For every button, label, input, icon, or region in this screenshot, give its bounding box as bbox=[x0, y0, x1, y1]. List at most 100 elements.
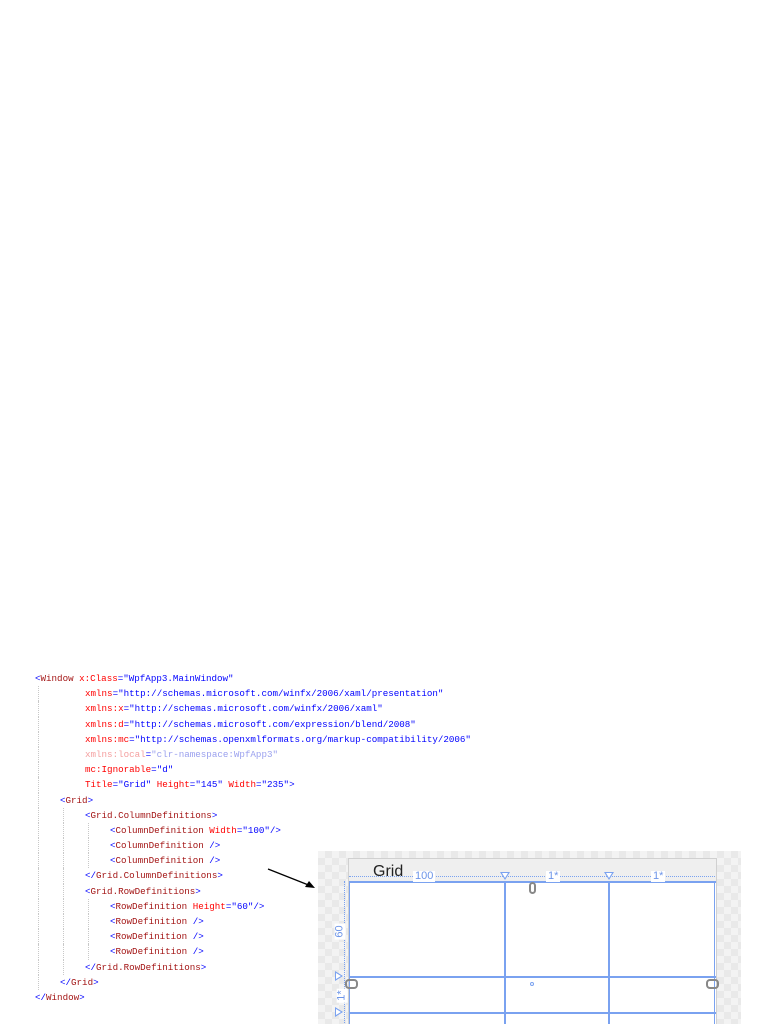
code-line: mc:Ignorable="d" bbox=[35, 762, 471, 778]
indent-guide bbox=[38, 974, 39, 990]
code-token: > bbox=[87, 794, 94, 806]
column-size-label-2[interactable]: 1* bbox=[546, 871, 561, 882]
indent-guide bbox=[38, 716, 39, 732]
code-token: "145" bbox=[195, 779, 223, 791]
row-splitter-1[interactable] bbox=[349, 976, 716, 978]
row-splitter-2[interactable] bbox=[349, 1012, 716, 1014]
indent-guide bbox=[63, 822, 64, 839]
grid-border-left bbox=[349, 881, 350, 1024]
code-token: </ bbox=[35, 991, 47, 1003]
indent-guide bbox=[38, 959, 39, 975]
lock-icon[interactable] bbox=[529, 882, 536, 894]
column-size-label-3[interactable]: 1* bbox=[651, 871, 666, 882]
column-size-label-1[interactable]: 100 bbox=[413, 871, 436, 882]
code-token: > bbox=[79, 991, 85, 1003]
indent-guide bbox=[38, 792, 39, 808]
code-line: xmlns="http://schemas.microsoft.com/winf… bbox=[35, 686, 471, 702]
indent-guide bbox=[63, 853, 64, 869]
row-size-label-2[interactable]: 1* bbox=[336, 988, 348, 1003]
code-token: </ bbox=[85, 870, 97, 882]
row-handle-icon[interactable] bbox=[335, 1007, 343, 1017]
indent-guide bbox=[88, 898, 89, 914]
indent-guide bbox=[38, 762, 39, 778]
code-line: xmlns:local="clr-namespace:WpfApp3" bbox=[35, 746, 471, 763]
code-token: Title bbox=[85, 779, 113, 791]
code-token: /> bbox=[209, 855, 221, 867]
row-size-label-1[interactable]: 60 bbox=[334, 923, 346, 940]
code-token: ColumnDefinition bbox=[115, 824, 204, 836]
indent-guide bbox=[88, 822, 89, 839]
code-token: > bbox=[93, 976, 99, 988]
code-token: Height bbox=[156, 779, 190, 791]
indent-guide bbox=[63, 838, 64, 854]
indent-guide bbox=[38, 853, 39, 869]
code-token: Grid.RowDefinitions bbox=[96, 961, 201, 973]
code-token: /> bbox=[253, 900, 265, 912]
code-token: xmlns:d bbox=[85, 718, 124, 730]
code-line: <Grid> bbox=[35, 792, 471, 808]
column-splitter-1[interactable] bbox=[504, 881, 506, 1024]
code-token: "http://schemas.openxmlformats.org/marku… bbox=[134, 733, 471, 745]
code-token: Height bbox=[192, 900, 226, 912]
code-token: /> bbox=[209, 840, 221, 852]
column-handle-icon[interactable] bbox=[604, 872, 614, 880]
indent-guide bbox=[38, 701, 39, 717]
code-token: > bbox=[289, 779, 295, 791]
window-preview: Grid 100 1* 1* bbox=[345, 858, 719, 1024]
code-token: "d" bbox=[156, 764, 174, 776]
indent-guide bbox=[38, 746, 39, 763]
row-handle-icon[interactable] bbox=[335, 971, 343, 981]
indent-guide bbox=[63, 959, 64, 975]
code-token: xmlns bbox=[85, 688, 113, 700]
designer-preview[interactable]: Grid 100 1* 1* 60 1* bbox=[318, 851, 741, 1024]
code-token: Width bbox=[209, 824, 237, 836]
code-token: xmlns:x bbox=[85, 703, 124, 715]
code-token: Grid.ColumnDefinitions bbox=[90, 809, 212, 821]
code-line: <Window x:Class="WpfApp3.MainWindow" bbox=[35, 671, 471, 686]
indent-guide bbox=[63, 929, 64, 945]
indent-guide bbox=[38, 929, 39, 945]
code-token: "http://schemas.microsoft.com/expression… bbox=[129, 718, 416, 730]
code-token: "Grid" bbox=[118, 779, 152, 791]
code-token: RowDefinition bbox=[115, 931, 188, 943]
indent-guide bbox=[63, 807, 64, 823]
code-token: Grid.RowDefinitions bbox=[90, 885, 196, 897]
code-token: "60" bbox=[231, 900, 254, 912]
code-token: mc:Ignorable bbox=[85, 764, 152, 776]
code-token: Grid bbox=[71, 976, 94, 988]
code-token: /> bbox=[192, 916, 204, 927]
lock-icon[interactable] bbox=[706, 979, 719, 989]
indent-guide bbox=[63, 868, 64, 884]
grid-border-right bbox=[714, 881, 715, 1024]
code-token: "clr-namespace:WpfApp3" bbox=[151, 748, 278, 760]
indent-guide bbox=[38, 898, 39, 914]
indent-guide bbox=[63, 914, 64, 930]
code-line: <ColumnDefinition Width="100"/> bbox=[35, 822, 471, 839]
indent-guide bbox=[38, 686, 39, 702]
window-title: Grid bbox=[373, 863, 404, 880]
indent-guide bbox=[38, 807, 39, 823]
code-line: xmlns:mc="http://schemas.openxmlformats.… bbox=[35, 731, 471, 747]
code-token: /> bbox=[192, 931, 204, 943]
code-token: "235" bbox=[261, 779, 290, 791]
code-line: xmlns:x="http://schemas.microsoft.com/wi… bbox=[35, 701, 471, 717]
code-token: Width bbox=[228, 779, 256, 791]
code-token: RowDefinition bbox=[115, 946, 188, 958]
code-token: xmlns:mc bbox=[85, 733, 130, 745]
column-handle-icon[interactable] bbox=[500, 872, 510, 880]
code-token: > bbox=[200, 961, 207, 973]
cell-marker-icon bbox=[530, 982, 534, 986]
column-splitter-2[interactable] bbox=[608, 881, 610, 1024]
indent-guide bbox=[38, 944, 39, 960]
indent-guide bbox=[38, 914, 39, 930]
code-token: > bbox=[195, 885, 201, 897]
code-token: ColumnDefinition bbox=[115, 855, 204, 867]
indent-guide bbox=[88, 914, 89, 930]
indent-guide bbox=[88, 838, 89, 854]
code-token: /> bbox=[192, 946, 204, 958]
indent-guide bbox=[88, 853, 89, 869]
code-line: Title="Grid" Height="145" Width="235"> bbox=[35, 777, 471, 793]
indent-guide bbox=[63, 898, 64, 914]
indent-guide bbox=[38, 838, 39, 854]
code-token: "http://schemas.microsoft.com/winfx/2006… bbox=[118, 688, 444, 700]
